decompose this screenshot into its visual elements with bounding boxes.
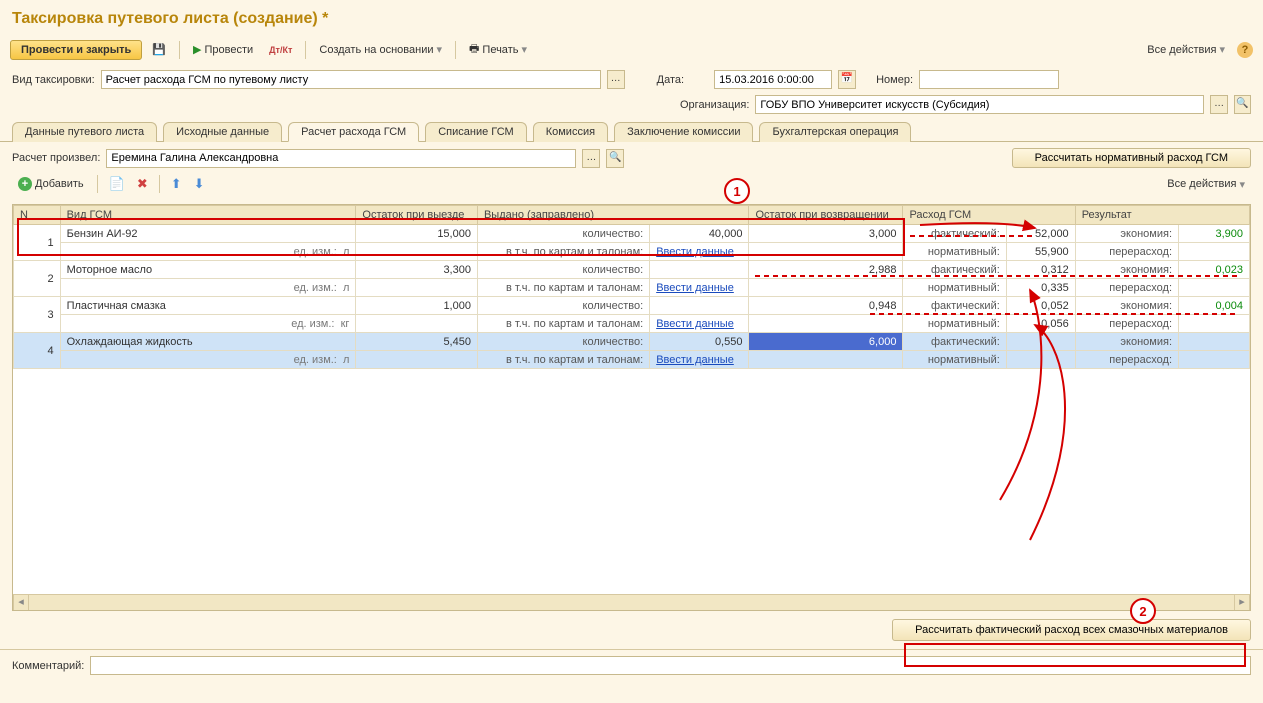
table-row[interactable]: 2Моторное масло3,300количество:2,988факт… [14, 261, 1250, 279]
save-button[interactable]: 💾 [146, 41, 172, 58]
calc-fact-button[interactable]: Рассчитать фактический расход всех смазо… [892, 619, 1251, 641]
number-label: Номер: [876, 74, 913, 86]
tab-fuel-calc[interactable]: Расчет расхода ГСМ [288, 122, 419, 142]
scroll-track[interactable] [29, 595, 1234, 610]
col-consumption[interactable]: Расход ГСМ [903, 206, 1075, 225]
date-label: Дата: [657, 74, 684, 86]
post-icon: ▶ [193, 43, 201, 56]
add-label: Добавить [35, 178, 84, 190]
table-row[interactable]: 4Охлаждающая жидкость5,450количество:0,5… [14, 333, 1250, 351]
col-balance-back[interactable]: Остаток при возвращении [749, 206, 903, 225]
field-row-top: Вид таксировки: … Дата: 📅 Номер: [0, 67, 1263, 92]
bottom-button-row: Рассчитать фактический расход всех смазо… [0, 611, 1263, 649]
tab-waybill-data[interactable]: Данные путевого листа [12, 122, 157, 142]
tab-source-data[interactable]: Исходные данные [163, 122, 282, 142]
scroll-left-icon[interactable]: ◂ [13, 595, 29, 610]
table-subrow[interactable]: ед. изм.: лв т.ч. по картам и талонам:Вв… [14, 243, 1250, 261]
h-scrollbar[interactable]: ◂ ▸ [13, 594, 1250, 610]
comment-input[interactable] [90, 656, 1251, 675]
create-based-button[interactable]: Создать на основании [313, 41, 448, 58]
col-type[interactable]: Вид ГСМ [60, 206, 356, 225]
enter-data-link[interactable]: Ввести данные [656, 318, 734, 330]
help-icon[interactable]: ? [1237, 42, 1253, 58]
plus-icon: + [18, 177, 32, 191]
table-subrow[interactable]: ед. изм.: лв т.ч. по картам и талонам:Вв… [14, 351, 1250, 369]
grid-container: N Вид ГСМ Остаток при выезде Выдано (зап… [12, 204, 1251, 611]
post-and-close-button[interactable]: Провести и закрыть [10, 40, 142, 60]
org-select-button[interactable]: … [1210, 95, 1227, 114]
col-result[interactable]: Результат [1075, 206, 1249, 225]
main-toolbar: Провести и закрыть 💾 ▶ Провести Дт/Кт Со… [0, 36, 1263, 67]
table-row[interactable]: 3Пластичная смазка1,000количество:0,948ф… [14, 297, 1250, 315]
org-label: Организация: [680, 99, 749, 111]
all-actions-button[interactable]: Все действия [1141, 41, 1231, 58]
separator [179, 41, 180, 59]
col-issued[interactable]: Выдано (заправлено) [477, 206, 749, 225]
delete-row-button[interactable]: ✖ [133, 174, 152, 194]
add-row-button[interactable]: + Добавить [12, 175, 90, 193]
tax-type-input[interactable] [101, 70, 601, 89]
disk-icon: 💾 [152, 43, 166, 56]
tax-type-label: Вид таксировки: [12, 74, 95, 86]
grid-blank-area [13, 369, 1250, 594]
separator [455, 41, 456, 59]
comment-row: Комментарий: [0, 649, 1263, 683]
performer-view-button[interactable]: 🔍 [606, 149, 624, 168]
tab-conclusion[interactable]: Заключение комиссии [614, 122, 753, 142]
table-row[interactable]: 1Бензин АИ-9215,000количество:40,0003,00… [14, 225, 1250, 243]
tab-bar: Данные путевого листа Исходные данные Ра… [0, 117, 1263, 142]
org-view-button[interactable]: 🔍 [1234, 95, 1251, 114]
separator [97, 175, 98, 193]
org-input[interactable] [755, 95, 1204, 114]
tab-content: Расчет произвел: … 🔍 Рассчитать норматив… [0, 142, 1263, 204]
magnifier-icon: 🔍 [1236, 98, 1248, 109]
tab-commission[interactable]: Комиссия [533, 122, 608, 142]
separator [159, 175, 160, 193]
move-up-button[interactable]: ⬆ [167, 174, 186, 194]
print-label: Печать [482, 44, 518, 56]
enter-data-link[interactable]: Ввести данные [656, 246, 734, 258]
separator [305, 41, 306, 59]
date-calendar-button[interactable]: 📅 [838, 70, 856, 89]
tab-writeoff[interactable]: Списание ГСМ [425, 122, 527, 142]
comment-label: Комментарий: [12, 660, 84, 672]
delete-icon: ✖ [137, 176, 148, 191]
field-row-org: Организация: … 🔍 [0, 92, 1263, 117]
printer-icon: 🖶 [469, 40, 479, 59]
move-down-button[interactable]: ⬇ [190, 174, 209, 194]
grid-toolbar: + Добавить 📄 ✖ ⬆ ⬇ Все действия [12, 172, 1251, 198]
col-balance-out[interactable]: Остаток при выезде [356, 206, 478, 225]
post-label: Провести [204, 44, 253, 56]
grid-all-actions-button[interactable]: Все действия [1161, 176, 1251, 193]
table-subrow[interactable]: ед. изм.: лв т.ч. по картам и талонам:Вв… [14, 279, 1250, 297]
dtct-button[interactable]: Дт/Кт [263, 43, 298, 57]
enter-data-link[interactable]: Ввести данные [656, 282, 734, 294]
table-subrow[interactable]: ед. изм.: кгв т.ч. по картам и талонам:В… [14, 315, 1250, 333]
performer-input[interactable] [106, 149, 576, 168]
date-input[interactable] [714, 70, 832, 89]
arrow-down-icon: ⬇ [194, 176, 205, 191]
magnifier-icon: 🔍 [609, 152, 621, 163]
fuel-grid[interactable]: N Вид ГСМ Остаток при выезде Выдано (зап… [13, 205, 1250, 369]
header-row: N Вид ГСМ Остаток при выезде Выдано (зап… [14, 206, 1250, 225]
print-button[interactable]: 🖶 Печать [463, 38, 533, 61]
scroll-right-icon[interactable]: ▸ [1234, 595, 1250, 610]
performer-select-button[interactable]: … [582, 149, 600, 168]
page-title: Таксировка путевого листа (создание) * [0, 0, 1263, 36]
copy-row-button[interactable]: 📄 [105, 174, 129, 194]
col-n[interactable]: N [14, 206, 61, 225]
enter-data-link[interactable]: Ввести данные [656, 354, 734, 366]
copy-icon: 📄 [109, 176, 125, 191]
calendar-icon: 📅 [841, 73, 853, 84]
number-input[interactable] [919, 70, 1059, 89]
performer-label: Расчет произвел: [12, 152, 100, 164]
tax-type-select-button[interactable]: … [607, 70, 625, 89]
calc-norm-button[interactable]: Рассчитать нормативный расход ГСМ [1012, 148, 1251, 168]
dtct-icon: Дт/Кт [269, 45, 292, 55]
tab-accounting[interactable]: Бухгалтерская операция [759, 122, 911, 142]
post-button[interactable]: ▶ Провести [187, 41, 259, 58]
arrow-up-icon: ⬆ [171, 176, 182, 191]
